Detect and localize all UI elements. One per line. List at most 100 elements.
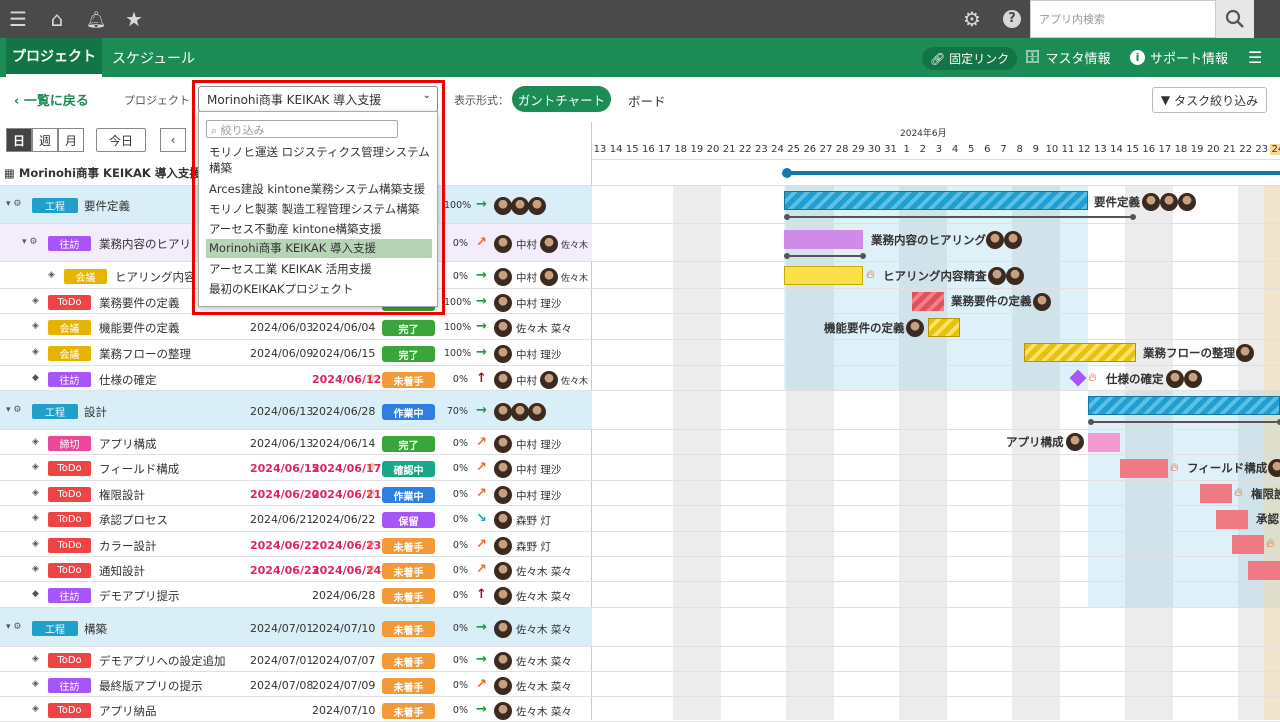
database-icon: 🗄︎ [1024,50,1041,65]
task-name[interactable]: ヒアリング内容精査 [115,269,195,285]
task-row[interactable]: ◆ 往訪 仕様の確定 2024/06/12 🔥︎ 未着手 0% ↑ 中村 佐々木 [0,366,592,391]
fixed-link-button[interactable]: 🔗︎ 固定リンク [922,46,1018,70]
prev-button[interactable]: ‹ [160,128,186,152]
task-row[interactable]: ◈ 会議 業務フローの整理 2024/06/09 2024/06/15 完了 100% → 中村… [0,340,592,366]
task-name[interactable]: カラー設計 [99,538,157,554]
start-date: 2024/07/01 [250,654,314,667]
task-bar[interactable] [1200,484,1232,503]
task-name[interactable]: 仕様の確定 [99,372,157,388]
task-filter-button[interactable]: ▼ タスク絞り込み [1152,87,1267,113]
category-badge: 会議 [64,269,107,284]
task-bar[interactable] [1248,561,1280,580]
start-date: 2024/06/20 [250,488,320,501]
task-bar[interactable] [784,230,863,249]
day-scale-button[interactable]: 日 [6,128,32,152]
task-name[interactable]: デモアプリへの設定追加 [99,653,226,669]
task-name[interactable]: アプリ構成 [99,436,157,452]
home-icon[interactable]: ⌂ [44,0,70,38]
task-name[interactable]: フィールド構成 [99,461,179,477]
hamburger-menu-icon[interactable]: ☰ [6,0,30,38]
gear-icon[interactable]: ⚙ [960,0,984,38]
task-bar[interactable] [1024,343,1136,362]
progress-line [787,255,863,257]
task-bar[interactable] [1088,433,1120,452]
avatar [494,562,512,580]
board-view-button[interactable]: ボード [628,91,666,110]
tab-project[interactable]: プロジェクト [6,38,102,77]
task-row[interactable]: ◈ ToDo 権限設計 2024/06/20 2024/06/21 🔥︎ 作業中 0% ↗ 中村 … [0,481,592,506]
week-scale-button[interactable]: 週 [32,128,58,152]
expand-toggle-icon[interactable]: ▾ ⚙ [6,199,21,209]
task-row[interactable]: ◈ 会議 機能要件の定義 2024/06/03 2024/06/04 完了 100% → 佐々木… [0,314,592,340]
phase-row[interactable]: ▾ ⚙ 工程 設計 2024/06/13 2024/06/28 作業中 70% → [0,391,592,430]
task-row[interactable]: ◆ 往訪 デモアプリ提示 2024/06/28 未着手 0% ↑ 佐々木 菜々 [0,582,592,608]
task-row[interactable]: ◈ ToDo カラー設計 2024/06/22 2024/06/23 🔥︎ 未着手 0% ↗ 森野… [0,532,592,557]
task-name[interactable]: 業務内容のヒアリング [99,236,195,252]
gantt-view-button[interactable]: ガントチャート [512,86,611,112]
task-name[interactable]: アプリ納品 [99,703,157,719]
expand-toggle-icon[interactable]: ▾ ⚙ [6,622,21,632]
fire-icon: 🔥︎ [866,267,875,281]
task-type-icon: ◈ [32,539,39,549]
bar-label: 承認フ [1256,512,1280,526]
avatar [540,268,558,286]
support-info-link[interactable]: i サポート情報 [1130,38,1228,77]
gantt-day-label: 18 [674,144,688,155]
tab-schedule[interactable]: スケジュール [112,38,195,77]
progress-percent: 70% [446,406,468,417]
star-icon[interactable]: ★ [122,0,146,38]
task-name[interactable]: 権限設計 [99,487,145,503]
app-search-input[interactable] [1031,1,1211,37]
bell-icon[interactable]: 🔔︎ [84,0,108,38]
month-scale-button[interactable]: 月 [58,128,84,152]
task-bar[interactable] [1216,510,1248,529]
gantt-day-label: 17 [1158,144,1172,155]
task-name[interactable]: 要件定義 [84,198,130,214]
filter-icon: ▼ [1160,93,1171,107]
task-row[interactable]: ◈ ToDo デモアプリへの設定追加 2024/07/01 2024/07/07 未着手 0… [0,647,592,672]
task-name[interactable]: 業務要件の定義 [99,295,180,311]
task-name[interactable]: 承認プロセス [99,512,168,528]
trend-arrow-icon: ↗ [476,562,487,577]
task-row[interactable]: ◈ ToDo フィールド構成 2024/06/15 2024/06/17 🔥︎ 確認中 0% ↗… [0,455,592,481]
overdue-fire-icon: 🔥︎ [367,537,376,550]
task-row[interactable]: ◈ 往訪 最終版アプリの提示 2024/07/08 2024/07/09 未着手 0% ↗ 佐々… [0,672,592,697]
master-info-link[interactable]: 🗄︎ マスタ情報 [1024,38,1111,77]
task-bar[interactable] [784,266,863,285]
more-menu-icon[interactable]: ☰ [1248,38,1262,77]
gantt-day-label: 28 [835,144,849,155]
task-bar[interactable] [1232,535,1264,554]
task-filter-label: タスク絞り込み [1174,93,1259,108]
avatar [528,197,546,215]
task-name[interactable]: 構築 [84,621,107,637]
phase-row[interactable]: ▾ ⚙ 工程 構築 2024/07/01 2024/07/10 未着手 0% → 佐々木 菜々 [0,608,592,647]
task-name[interactable]: 機能要件の定義 [99,320,180,336]
search-button[interactable] [1216,0,1254,38]
help-icon[interactable]: ? [1000,0,1024,38]
status-badge: 未着手 [382,678,435,694]
status-badge: 未着手 [382,621,435,637]
task-row[interactable]: ◈ ToDo 通知設計 2024/06/23 2024/06/24 🔥︎ 未着手 0% ↗ 佐々木… [0,557,592,582]
progress-percent: 100% [444,348,472,359]
back-link[interactable]: ‹ 一覧に戻る [14,90,89,109]
task-name[interactable]: 設計 [84,404,107,420]
trend-arrow-icon: → [476,268,487,283]
task-bar[interactable] [928,318,960,337]
progress-dot [784,214,790,220]
task-row[interactable]: ◈ 締切 アプリ構成 2024/06/13 2024/06/14 完了 0% ↗ 中村 理沙 [0,430,592,455]
task-bar[interactable] [1088,396,1280,415]
task-row[interactable]: ◈ ToDo 承認プロセス 2024/06/21 2024/06/22 保留 0% ↘ 森野 灯 [0,506,592,532]
today-button[interactable]: 今日 [96,128,146,152]
task-name[interactable]: 最終版アプリの提示 [99,678,203,694]
trend-arrow-icon: ↗ [476,435,487,450]
expand-toggle-icon[interactable]: ▾ ⚙ [6,405,21,415]
gantt-row-line [592,288,1280,289]
task-name[interactable]: 業務フローの整理 [99,346,191,362]
task-bar[interactable] [784,191,1088,210]
task-name[interactable]: 通知設計 [99,563,145,579]
task-bar[interactable] [912,292,944,311]
task-name[interactable]: デモアプリ提示 [99,588,180,604]
task-bar[interactable] [1120,459,1168,478]
task-row[interactable]: ◈ ToDo アプリ納品 2024/07/10 未着手 0% → 佐々木 菜々 [0,697,592,722]
trend-arrow-icon: → [476,319,487,334]
